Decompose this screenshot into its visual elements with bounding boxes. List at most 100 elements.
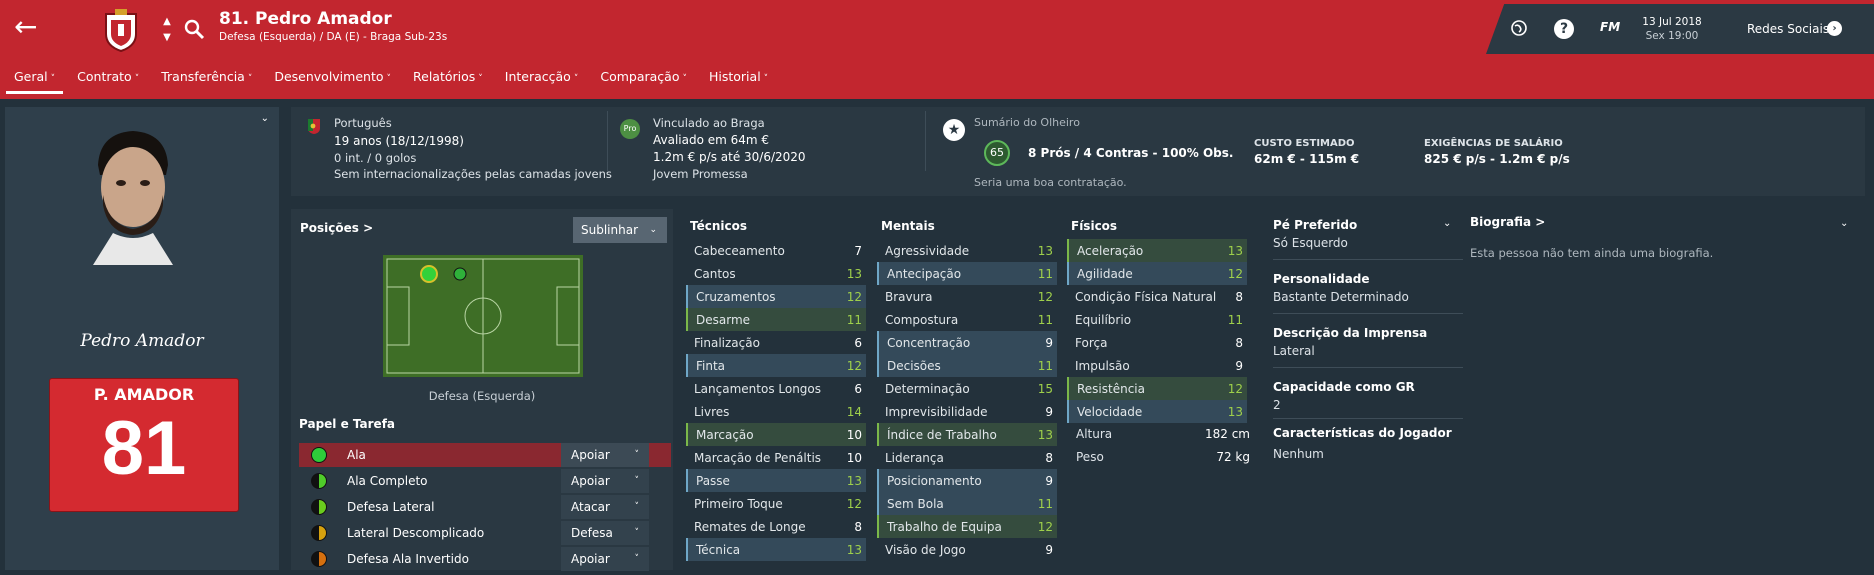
attribute-row[interactable]: Decisões 11 — [877, 354, 1057, 377]
scout-summary: 8 Prós / 4 Contras - 100% Obs. — [1028, 146, 1234, 160]
attribute-row[interactable]: Finta 12 — [686, 354, 866, 377]
date-text: 13 Jul 2018 — [1642, 16, 1702, 28]
fm-logo[interactable]: FM — [1600, 20, 1620, 34]
attribute-row[interactable]: Primeiro Toque 12 — [686, 492, 866, 515]
attribute-row[interactable]: Finalização 6 — [686, 331, 866, 354]
shirt-name: P. AMADOR — [93, 385, 195, 404]
bio-title[interactable]: Biografia > — [1470, 215, 1545, 229]
attribute-row[interactable]: Trabalho de Equipa 12 — [877, 515, 1057, 538]
attribute-row[interactable]: Visão de Jogo 9 — [877, 538, 1057, 561]
attribute-row[interactable]: Compostura 11 — [877, 308, 1057, 331]
prev-next-player-arrows[interactable]: ▲ ▼ — [159, 14, 175, 46]
highlight-dropdown[interactable]: Sublinhar ⌄ — [573, 217, 667, 243]
attribute-row[interactable]: Imprevisibilidade 9 — [877, 400, 1057, 423]
attribute-row[interactable]: Passe 13 — [686, 469, 866, 492]
duty-dropdown[interactable]: Apoiar ˅ — [561, 443, 649, 467]
attribute-name: Marcação — [696, 427, 754, 442]
chevron-down-icon: ⌄ — [649, 225, 657, 235]
traits-label: Características do Jogador — [1273, 426, 1452, 440]
attribute-row[interactable]: Bravura 12 — [877, 285, 1057, 308]
world-icon[interactable] — [1509, 19, 1529, 39]
attribute-name: Equilíbrio — [1075, 312, 1132, 327]
tab-interacção[interactable]: Interacção ˅ — [497, 68, 587, 94]
chevron-down-icon[interactable]: ⌄ — [1443, 218, 1451, 229]
chevron-down-icon[interactable]: ⌄ — [1840, 218, 1848, 229]
game-date[interactable]: 13 Jul 2018 Sex 19:00 — [1632, 15, 1712, 43]
attribute-name: Finalização — [694, 335, 760, 350]
attribute-row[interactable]: Liderança 8 — [877, 446, 1057, 469]
tab-contrato[interactable]: Contrato ˅ — [69, 68, 147, 94]
attribute-row[interactable]: Remates de Longe 8 — [686, 515, 866, 538]
attribute-row[interactable]: Livres 14 — [686, 400, 866, 423]
attribute-name: Velocidade — [1077, 404, 1143, 419]
attribute-row[interactable]: Posicionamento 9 — [877, 469, 1057, 492]
attribute-row[interactable]: Aceleração 13 — [1067, 239, 1247, 262]
tab-historial[interactable]: Historial ˅ — [701, 68, 776, 94]
attribute-value: 8 — [854, 519, 862, 534]
attribute-name: Decisões — [887, 358, 941, 373]
attribute-row[interactable]: Lançamentos Longos 6 — [686, 377, 866, 400]
attribute-value: 12 — [1227, 266, 1243, 281]
tab-transferência[interactable]: Transferência ˅ — [153, 68, 260, 94]
tab-geral[interactable]: Geral ˅ — [6, 68, 64, 94]
tab-relatórios[interactable]: Relatórios ˅ — [405, 68, 491, 94]
attribute-row[interactable]: Marcação de Penáltis 10 — [686, 446, 866, 469]
attribute-name: Cabeceamento — [694, 243, 785, 258]
role-name: Lateral Descomplicado — [347, 526, 485, 540]
attribute-row[interactable]: Cruzamentos 12 — [686, 285, 866, 308]
attribute-value: 9 — [1045, 404, 1053, 419]
duty-dropdown[interactable]: Apoiar ˅ — [561, 469, 649, 493]
duty-dropdown[interactable]: Defesa ˅ — [561, 521, 649, 545]
attribute-row[interactable]: Índice de Trabalho 13 — [877, 423, 1057, 446]
attribute-row[interactable]: Agressividade 13 — [877, 239, 1057, 262]
attribute-row[interactable]: Agilidade 12 — [1067, 262, 1247, 285]
club-link[interactable]: Vinculado ao Braga — [653, 116, 765, 130]
role-row[interactable]: Lateral Descomplicado Defesa ˅ — [299, 521, 671, 545]
chevron-down-icon: ˅ — [386, 74, 392, 84]
role-name: Ala — [347, 448, 366, 462]
attribute-row[interactable]: Antecipação 11 — [877, 262, 1057, 285]
attribute-row[interactable]: Desarme 11 — [686, 308, 866, 331]
duty-dropdown[interactable]: Atacar ˅ — [561, 495, 649, 519]
attribute-row[interactable]: Determinação 15 — [877, 377, 1057, 400]
back-arrow-icon[interactable]: ← — [14, 13, 42, 42]
role-row[interactable]: Defesa Lateral Atacar ˅ — [299, 495, 671, 519]
attribute-name: Compostura — [885, 312, 959, 327]
attribute-row[interactable]: Impulsão 9 — [1067, 354, 1247, 377]
positions-title[interactable]: Posições > — [300, 221, 373, 235]
attribute-value: 11 — [846, 312, 862, 327]
attribute-row[interactable]: Cantos 13 — [686, 262, 866, 285]
duty-dropdown[interactable]: Apoiar ˅ — [561, 547, 649, 571]
tab-label: Interacção — [504, 69, 571, 84]
attribute-row[interactable]: Cabeceamento 7 — [686, 239, 866, 262]
attribute-row[interactable]: Condição Física Natural 8 — [1067, 285, 1247, 308]
tab-comparação[interactable]: Comparação ˅ — [592, 68, 695, 94]
attribute-row[interactable]: Marcação 10 — [686, 423, 866, 446]
duty-label: Apoiar — [571, 448, 610, 462]
attribute-row[interactable]: Velocidade 13 — [1067, 400, 1247, 423]
attribute-row[interactable]: Técnica 13 — [686, 538, 866, 561]
attribute-row[interactable]: Sem Bola 11 — [877, 492, 1057, 515]
chevron-right-icon[interactable]: › — [1827, 21, 1842, 36]
attribute-value: 14 — [846, 404, 862, 419]
role-row[interactable]: Ala Apoiar ˅ — [299, 443, 671, 467]
social-label[interactable]: Redes Sociais — [1747, 22, 1829, 36]
chevron-down-icon[interactable]: ⌄ — [261, 113, 269, 124]
tab-label: Relatórios — [413, 69, 476, 84]
role-row[interactable]: Ala Completo Apoiar ˅ — [299, 469, 671, 493]
attribute-row[interactable]: Força 8 — [1067, 331, 1247, 354]
help-icon[interactable]: ? — [1554, 19, 1574, 39]
attribute-row[interactable]: Equilíbrio 11 — [1067, 308, 1247, 331]
role-row[interactable]: Defesa Ala Invertido Apoiar ˅ — [299, 547, 671, 571]
scout-title[interactable]: Sumário do Olheiro — [974, 116, 1080, 129]
tab-desenvolvimento[interactable]: Desenvolvimento ˅ — [266, 68, 399, 94]
position-caption: Defesa (Esquerda) — [428, 389, 536, 403]
attribute-row[interactable]: Resistência 12 — [1067, 377, 1247, 400]
attribute-name: Agressividade — [885, 243, 970, 258]
attribute-name: Concentração — [887, 335, 971, 350]
nationality[interactable]: Português — [334, 116, 392, 130]
attribute-name: Índice de Trabalho — [887, 427, 997, 442]
attribute-name: Condição Física Natural — [1075, 289, 1217, 304]
search-icon[interactable] — [183, 18, 205, 40]
attribute-row[interactable]: Concentração 9 — [877, 331, 1057, 354]
